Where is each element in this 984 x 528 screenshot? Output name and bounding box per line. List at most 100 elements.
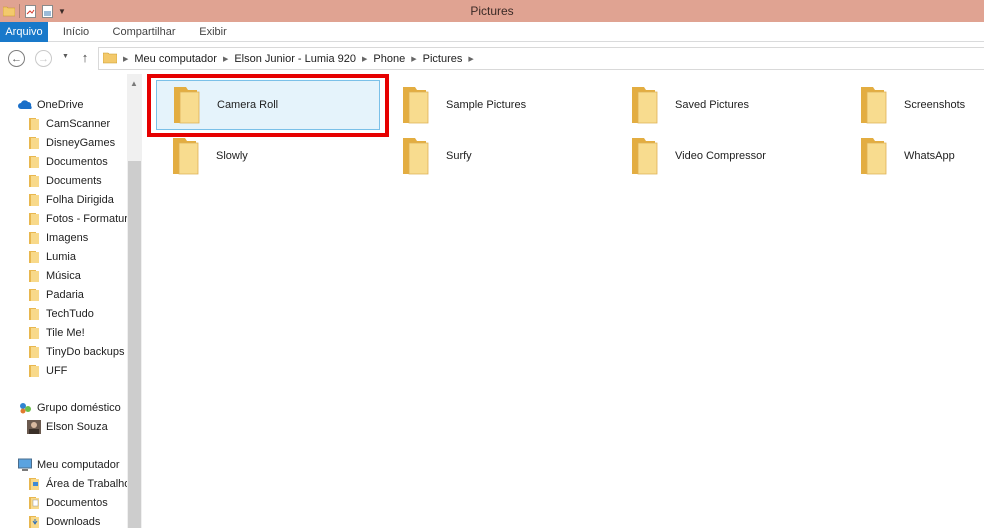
sidebar-item-folder[interactable]: Imagens: [27, 228, 88, 247]
homegroup-icon: [18, 401, 32, 415]
chevron-up-icon[interactable]: ▲: [130, 79, 138, 88]
folder-label: Slowly: [216, 150, 248, 162]
documents-folder-icon: [27, 496, 41, 510]
sidebar-item-folder[interactable]: TinyDo backups: [27, 342, 124, 361]
folder-tile[interactable]: Surfy: [386, 131, 610, 181]
folder-icon: [623, 136, 663, 176]
folder-label: Camera Roll: [217, 99, 279, 111]
sidebar-item-label: CamScanner: [46, 117, 111, 130]
file-list: Camera Roll Sample Pictures Saved Pictur…: [142, 74, 984, 528]
folder-icon: [27, 345, 41, 359]
sidebar-item-label: Lumia: [46, 250, 76, 263]
sidebar-item-label: UFF: [46, 364, 68, 377]
sidebar-item-homegroup[interactable]: Grupo doméstico: [18, 398, 121, 417]
sidebar-scrollbar[interactable]: ▲: [127, 74, 142, 528]
folder-label: Screenshots: [904, 99, 966, 111]
folder-label: Sample Pictures: [446, 99, 527, 111]
sidebar-item-user[interactable]: Elson Souza: [27, 417, 108, 436]
folder-label: Surfy: [446, 150, 472, 162]
sidebar-item-label: Padaria: [46, 288, 84, 301]
chevron-right-icon[interactable]: ▶: [468, 55, 473, 63]
folder-tile[interactable]: Sample Pictures: [386, 80, 610, 130]
folder-icon: [852, 85, 892, 125]
chevron-down-icon[interactable]: ▼: [62, 53, 69, 60]
folder-icon: [164, 136, 204, 176]
computer-icon: [18, 458, 32, 472]
folder-icon: [27, 136, 41, 150]
folder-tile[interactable]: Slowly: [156, 131, 380, 181]
sidebar-item-label: DisneyGames: [46, 136, 116, 149]
sidebar-item-desktop[interactable]: Área de Trabalho: [27, 474, 130, 493]
breadcrumb-device[interactable]: Elson Junior - Lumia 920: [234, 53, 356, 65]
chevron-right-icon[interactable]: ▶: [411, 55, 416, 63]
sidebar-item-folder[interactable]: CamScanner: [27, 114, 110, 133]
sidebar-item-folder[interactable]: Documentos: [27, 152, 108, 171]
sidebar-item-documents[interactable]: Documentos: [27, 493, 108, 512]
sidebar-item-folder[interactable]: Folha Dirigida: [27, 190, 114, 209]
desktop-folder-icon: [27, 477, 41, 491]
folder-icon: [852, 136, 892, 176]
sidebar-item-label: Tile Me!: [46, 326, 85, 339]
sidebar-item-folder[interactable]: Lumia: [27, 247, 76, 266]
folder-label: Saved Pictures: [675, 99, 749, 111]
sidebar-item-onedrive[interactable]: OneDrive: [18, 95, 83, 114]
chevron-right-icon[interactable]: ▶: [362, 55, 367, 63]
sidebar-item-folder[interactable]: Música: [27, 266, 81, 285]
avatar: [27, 419, 41, 434]
chevron-right-icon[interactable]: ▶: [123, 55, 128, 63]
folder-tile[interactable]: WhatsApp: [844, 131, 984, 181]
sidebar-item-downloads[interactable]: Downloads: [27, 512, 100, 528]
arrow-right-icon[interactable]: →: [35, 50, 52, 67]
sidebar-item-folder[interactable]: Fotos - Formatur: [27, 209, 128, 228]
folder-icon: [27, 326, 41, 340]
sidebar-item-computer[interactable]: Meu computador: [18, 455, 120, 474]
folder-icon: [27, 155, 41, 169]
sidebar-item-folder[interactable]: Documents: [27, 171, 102, 190]
folder-icon: [27, 307, 41, 321]
sidebar-item-label: TechTudo: [46, 307, 94, 320]
tab-share[interactable]: Compartilhar: [106, 22, 182, 42]
sidebar-item-folder[interactable]: Tile Me!: [27, 323, 85, 342]
sidebar-item-label: Documentos: [46, 155, 108, 168]
breadcrumb-pictures[interactable]: Pictures: [423, 53, 463, 65]
folder-icon: [27, 250, 41, 264]
address-bar[interactable]: ▶ Meu computador ▶ Elson Junior - Lumia …: [98, 47, 984, 70]
arrow-left-icon[interactable]: ←: [8, 50, 25, 67]
folder-icon: [27, 364, 41, 378]
folder-tile[interactable]: Saved Pictures: [615, 80, 839, 130]
folder-icon: [394, 85, 434, 125]
folder-tile[interactable]: Video Compressor: [615, 131, 839, 181]
tab-view[interactable]: Exibir: [190, 22, 236, 42]
folder-icon: [27, 212, 41, 226]
breadcrumb-computer[interactable]: Meu computador: [134, 53, 217, 65]
sidebar-item-folder[interactable]: UFF: [27, 361, 67, 380]
tab-file[interactable]: Arquivo: [0, 22, 48, 42]
sidebar-item-folder[interactable]: TechTudo: [27, 304, 94, 323]
folder-icon: [394, 136, 434, 176]
sidebar-item-label: TinyDo backups: [46, 345, 125, 358]
scrollbar-thumb[interactable]: [128, 161, 141, 528]
downloads-folder-icon: [27, 515, 41, 528]
breadcrumb-phone[interactable]: Phone: [373, 53, 405, 65]
tab-home[interactable]: Início: [54, 22, 98, 42]
arrow-up-icon[interactable]: ↑: [78, 50, 92, 66]
sidebar-item-folder[interactable]: Padaria: [27, 285, 84, 304]
window-title: Pictures: [470, 4, 514, 18]
title-bar: ▼ Pictures: [0, 0, 984, 22]
navigation-pane: OneDrive CamScanner DisneyGames Document…: [0, 74, 142, 528]
folder-tile[interactable]: Camera Roll: [156, 80, 380, 130]
folder-icon: [27, 193, 41, 207]
folder-icon: [27, 174, 41, 188]
folder-icon: [27, 231, 41, 245]
folder-icon: [102, 50, 118, 67]
chevron-right-icon[interactable]: ▶: [223, 55, 228, 63]
folder-icon: [27, 117, 41, 131]
sidebar-item-folder[interactable]: DisneyGames: [27, 133, 115, 152]
sidebar-item-label: OneDrive: [37, 98, 84, 111]
sidebar-item-label: Downloads: [46, 515, 101, 528]
folder-label: WhatsApp: [904, 150, 955, 162]
folder-tile[interactable]: Screenshots: [844, 80, 984, 130]
ribbon-tabs: Arquivo Início Compartilhar Exibir: [0, 22, 984, 42]
folder-icon: [165, 85, 205, 125]
folder-icon: [27, 288, 41, 302]
